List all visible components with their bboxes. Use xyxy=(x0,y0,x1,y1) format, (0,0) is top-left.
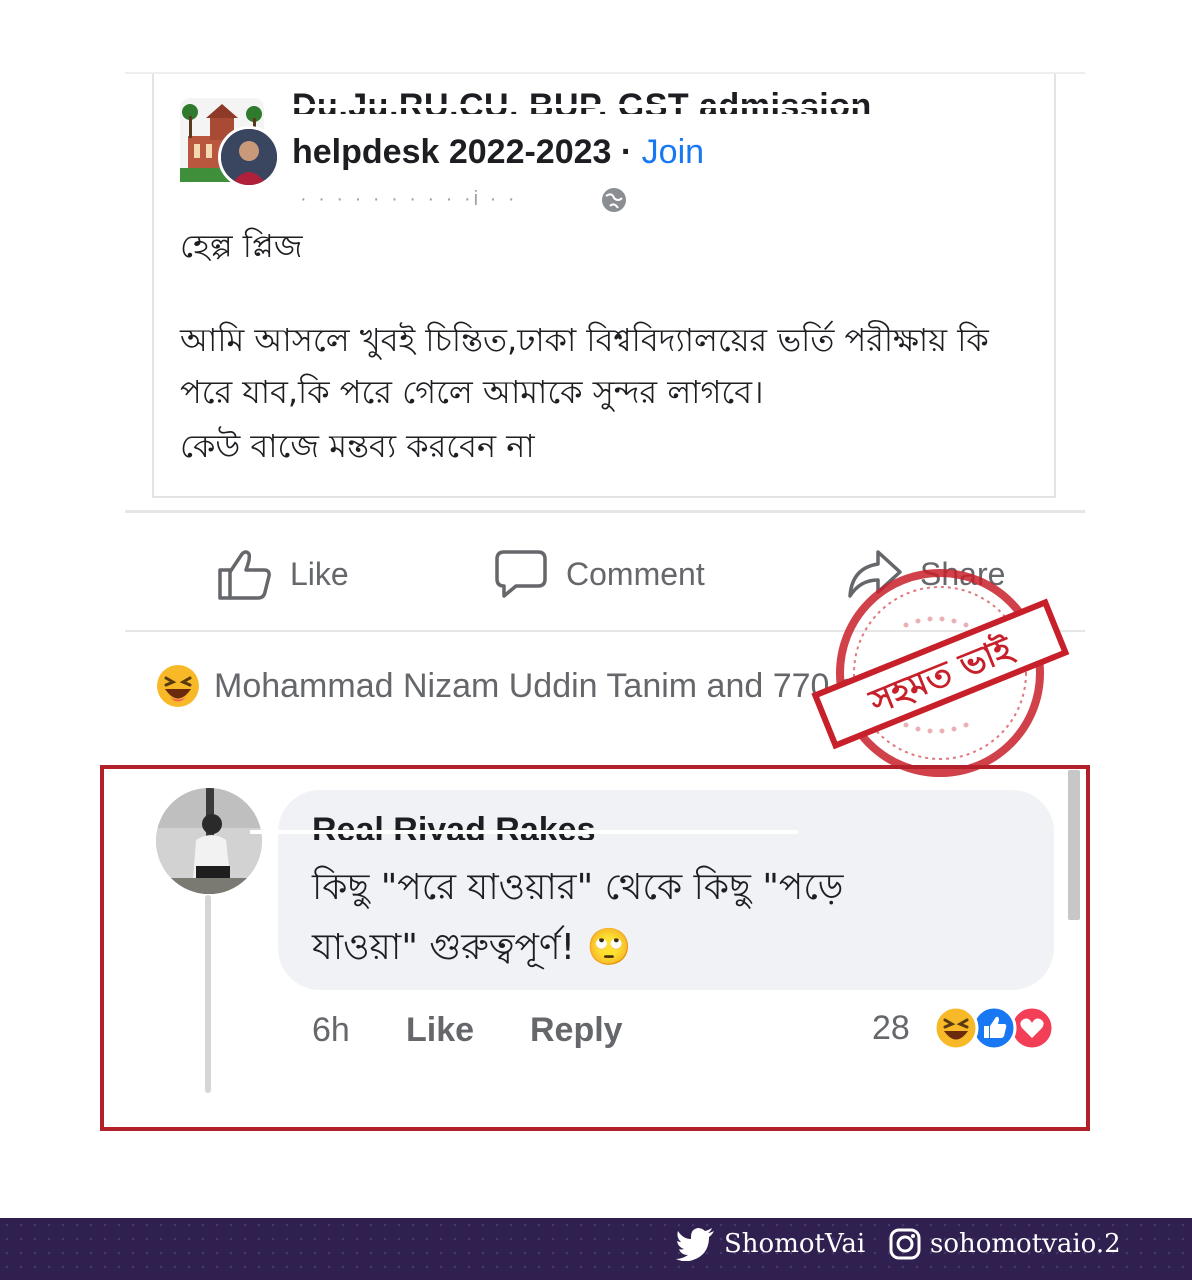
thread-line xyxy=(205,895,211,1093)
commenter-name[interactable]: Real Riyad Rakes xyxy=(312,810,596,840)
post-text-line: হেল্প প্লিজ xyxy=(180,227,303,265)
twitter-bird-icon xyxy=(676,1228,714,1261)
commenter-avatar[interactable] xyxy=(156,788,262,894)
comment-reply-button[interactable]: Reply xyxy=(530,1008,623,1052)
post-meta-blurred: · · · · · · · · · ·i · · xyxy=(300,188,518,210)
name-redaction-line xyxy=(250,830,798,834)
comment-reaction-icons[interactable] xyxy=(922,1004,1058,1052)
group-name-text[interactable]: helpdesk 2022-2023 xyxy=(292,133,611,171)
comment-bubble-icon xyxy=(495,550,547,598)
separator-dot: · xyxy=(611,133,642,171)
like-button[interactable]: Like xyxy=(216,548,349,600)
twitter-handle-text: ShomotVai xyxy=(724,1229,866,1259)
user-avatar[interactable] xyxy=(218,126,280,188)
love-reaction-icon xyxy=(1009,1005,1055,1051)
haha-reaction-icon xyxy=(933,1005,979,1051)
post-text-line: পরে যাব,কি পরে গেলে আমাকে সুন্দর লাগবে। xyxy=(180,373,764,411)
join-link[interactable]: Join xyxy=(642,133,704,171)
globe-icon xyxy=(600,186,628,214)
divider xyxy=(125,510,1085,513)
instagram-handle[interactable]: sohomotvaio.2 xyxy=(888,1224,1121,1264)
comment-time[interactable]: 6h xyxy=(312,1008,350,1052)
like-label: Like xyxy=(290,555,349,592)
twitter-handle[interactable]: ShomotVai xyxy=(676,1224,865,1264)
like-reaction-icon xyxy=(971,1005,1017,1051)
scrollbar[interactable] xyxy=(1068,770,1080,920)
comment-text-line: কিছু "পরে যাওয়ার" থেকে কিছু "পড়ে xyxy=(312,867,844,908)
post-text-line: আমি আসলে খুবই চিন্তিত,ঢাকা বিশ্ববিদ্যালয… xyxy=(180,321,989,359)
comment-reaction-count[interactable]: 28 xyxy=(872,1006,910,1050)
comment-like-button[interactable]: Like xyxy=(406,1008,474,1052)
instagram-handle-text: sohomotvaio.2 xyxy=(930,1229,1121,1259)
comment-button[interactable]: Comment xyxy=(494,548,705,600)
thumbs-up-icon xyxy=(218,550,271,600)
post-text-line: কেউ বাজে মন্তব্য করবেন না xyxy=(180,427,535,465)
comment-label: Comment xyxy=(566,555,705,592)
instagram-icon xyxy=(889,1228,921,1260)
comment-text-line: যাওয়া" গুরুত্বপূর্ণ! 🙄 xyxy=(312,927,632,968)
sohomot-vai-stamp: সহমত ভাই xyxy=(806,565,1074,780)
name-redaction-line xyxy=(292,104,858,108)
group-name-line1[interactable]: Du,Ju,RU,CU, BUP, GST admission xyxy=(292,84,872,114)
group-name-line2: helpdesk 2022-2023 · Join xyxy=(292,130,704,174)
haha-emoji-icon xyxy=(157,665,199,707)
